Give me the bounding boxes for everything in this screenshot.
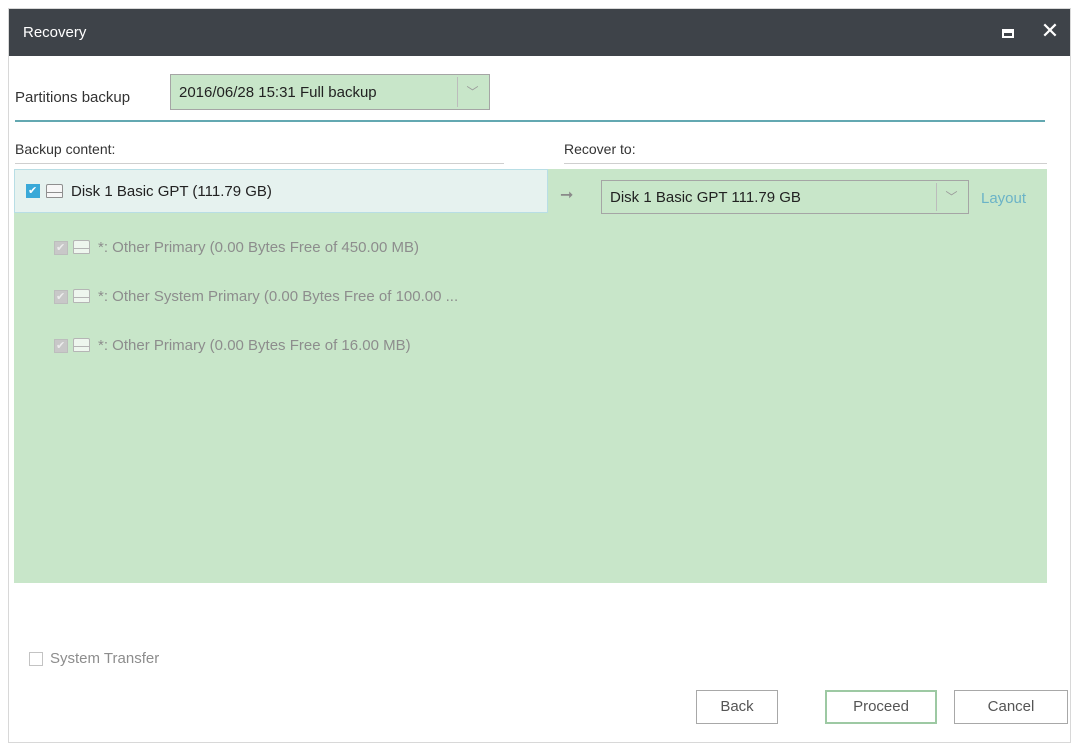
partition-icon [73,289,90,303]
target-disk-dropdown[interactable]: Disk 1 Basic GPT 111.79 GB ﹀ [601,180,969,214]
cancel-button[interactable]: Cancel [954,690,1068,724]
section-divider [15,120,1045,122]
recover-to-heading: Recover to: [564,141,636,157]
close-icon[interactable]: ✕ [1039,19,1061,43]
disk-icon [46,184,63,198]
partition-icon [73,240,90,254]
partitions-backup-label: Partitions backup [15,89,131,106]
title-bar: Recovery ✕ [9,9,1070,56]
back-button[interactable]: Back [696,690,778,724]
window-title: Recovery [23,24,87,41]
system-transfer-label[interactable]: System Transfer [50,650,159,667]
partition-checkbox [54,339,68,353]
backup-content-heading: Backup content: [15,141,116,157]
source-disk-row[interactable]: Disk 1 Basic GPT (111.79 GB) [14,169,548,213]
chevron-down-icon[interactable]: ﹀ [936,183,966,211]
backup-version-dropdown[interactable]: 2016/06/28 15:31 Full backup ﹀ [170,74,490,110]
layout-link[interactable]: Layout [981,190,1026,207]
source-disk-checkbox[interactable] [26,184,40,198]
source-disk-label: Disk 1 Basic GPT (111.79 GB) [71,183,272,200]
mapping-panel [14,169,1047,583]
partition-icon [73,338,90,352]
partition-checkbox [54,290,68,304]
recover-to-underline [564,163,1047,164]
backup-content-underline [15,163,504,164]
partition-checkbox [54,241,68,255]
partition-label: *: Other Primary (0.00 Bytes Free of 450… [98,239,419,256]
proceed-button[interactable]: Proceed [825,690,937,724]
partition-label: *: Other System Primary (0.00 Bytes Free… [98,288,459,305]
maximize-icon[interactable] [999,24,1017,42]
system-transfer-checkbox[interactable] [29,652,43,666]
backup-version-value: 2016/06/28 15:31 Full backup [179,84,377,101]
chevron-down-icon[interactable]: ﹀ [457,77,487,107]
target-disk-value: Disk 1 Basic GPT 111.79 GB [610,189,801,206]
arrow-right-icon: ➞ [560,187,574,204]
partition-label: *: Other Primary (0.00 Bytes Free of 16.… [98,337,411,354]
